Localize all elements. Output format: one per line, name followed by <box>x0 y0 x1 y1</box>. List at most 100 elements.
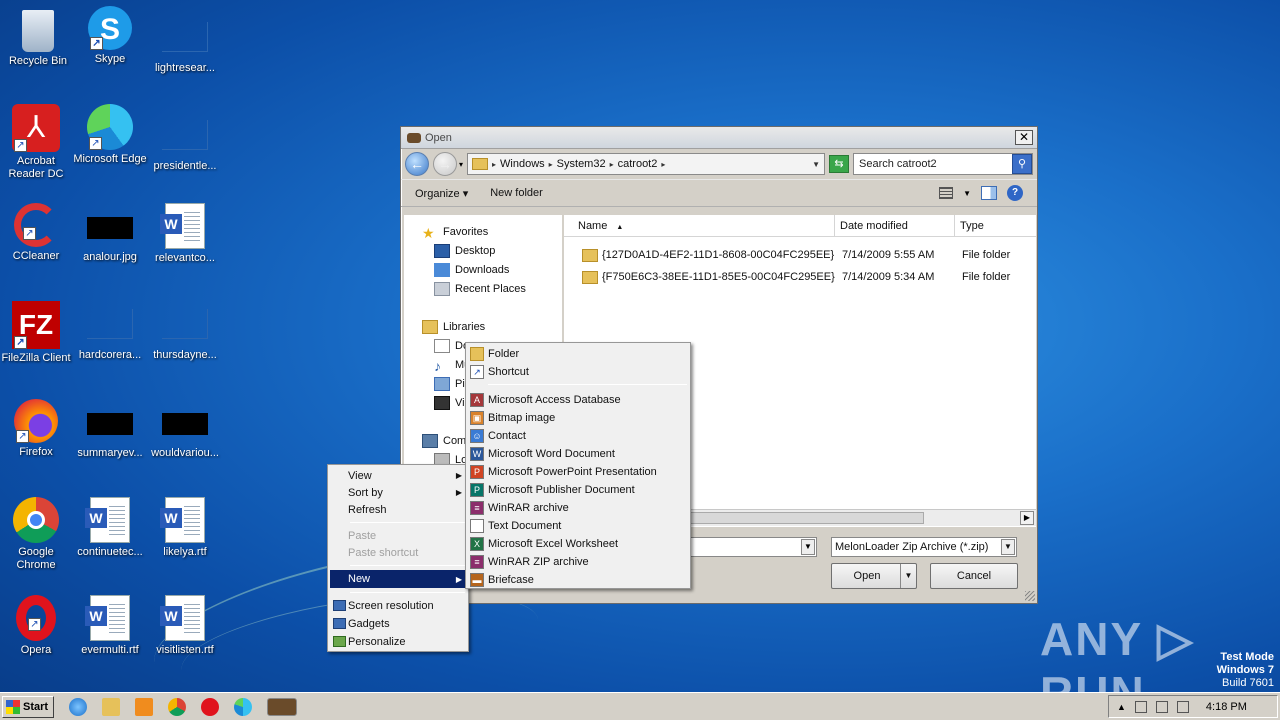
open-button[interactable]: Open ▼ <box>831 563 917 589</box>
breadcrumb-windows[interactable]: Windows <box>500 158 545 170</box>
nav-libraries[interactable]: Libraries <box>422 320 485 334</box>
submenu-item-folder[interactable]: Folder <box>469 345 687 363</box>
network-icon[interactable] <box>1155 700 1168 713</box>
nav-downloads[interactable]: Downloads <box>434 263 509 277</box>
submenu-item-shortcut[interactable]: ↗ Shortcut <box>469 363 687 381</box>
history-dropdown-icon[interactable]: ▾ <box>459 160 463 169</box>
desktop-icon-lightresear[interactable]: lightresear... <box>147 6 223 75</box>
column-header-type[interactable]: Type <box>955 215 1036 237</box>
submenu-item[interactable]: A Microsoft Access Database <box>469 391 687 409</box>
new-folder-button[interactable]: New folder <box>490 187 543 199</box>
explorer-icon[interactable] <box>102 697 120 716</box>
volume-icon[interactable] <box>1134 700 1147 713</box>
menu-item-screen-resolution[interactable]: Screen resolution <box>330 597 466 614</box>
file-type-select[interactable]: MelonLoader Zip Archive (*.zip) ▼ <box>831 537 1017 557</box>
nav-documents[interactable]: Do <box>434 339 469 353</box>
menu-item-refresh[interactable]: Refresh <box>330 501 466 518</box>
submenu-item[interactable]: X Microsoft Excel Worksheet <box>469 535 687 553</box>
organize-button[interactable]: Organize ▾ <box>415 187 468 200</box>
desktop-icon-relevantco[interactable]: W relevantco... <box>147 203 223 265</box>
menu-item-paste-shortcut[interactable]: Paste shortcut <box>330 544 466 561</box>
submenu-item[interactable]: ▣ Bitmap image <box>469 409 687 427</box>
column-header-date[interactable]: Date modified <box>835 215 955 237</box>
desktop-icon-filezilla[interactable]: FZ ↗ FileZilla Client <box>0 301 74 365</box>
scroll-right-icon[interactable]: ▶ <box>1020 511 1034 525</box>
internet-explorer-icon[interactable] <box>69 697 87 716</box>
nav-recent-places[interactable]: Recent Places <box>434 282 526 296</box>
desktop-icon-thursdayne[interactable]: thursdayne... <box>147 301 223 362</box>
cancel-button[interactable]: Cancel <box>930 563 1018 589</box>
desktop-icon-summaryev[interactable]: summaryev... <box>72 399 148 460</box>
nav-desktop[interactable]: Desktop <box>434 244 495 258</box>
flag-icon[interactable] <box>1176 700 1189 713</box>
view-options-icon[interactable] <box>939 187 954 199</box>
submenu-item[interactable]: P Microsoft PowerPoint Presentation <box>469 463 687 481</box>
breadcrumb-catroot2[interactable]: catroot2 <box>618 158 658 170</box>
menu-item-new[interactable]: New ▶ <box>330 570 466 588</box>
nav-computer[interactable]: Com <box>422 434 466 448</box>
chevron-right-icon[interactable]: ▸ <box>661 160 665 169</box>
desktop-icon-chrome[interactable]: Google Chrome <box>0 497 74 572</box>
chrome-icon[interactable] <box>168 697 186 716</box>
refresh-button[interactable]: ⇆ <box>829 155 849 173</box>
view-dropdown-icon[interactable]: ▼ <box>963 189 971 198</box>
menu-item-paste[interactable]: Paste <box>330 527 466 544</box>
preview-pane-icon[interactable] <box>981 186 997 200</box>
desktop-icon-evermulti[interactable]: W evermulti.rtf <box>72 595 148 657</box>
forward-button[interactable]: → <box>433 152 457 176</box>
column-header-name[interactable]: Name ▲ <box>564 215 835 237</box>
chevron-right-icon[interactable]: ▸ <box>549 160 553 169</box>
submenu-item[interactable]: ≡ WinRAR archive <box>469 499 687 517</box>
open-dropdown-icon[interactable]: ▼ <box>900 564 916 588</box>
desktop-icon-wouldvariou[interactable]: wouldvariou... <box>147 399 223 460</box>
help-icon[interactable]: ? <box>1007 185 1023 201</box>
desktop-icon-firefox[interactable]: ↗ Firefox <box>0 399 74 459</box>
desktop-icon-continuetec[interactable]: W continuetec... <box>72 497 148 559</box>
address-bar[interactable]: ▸ Windows ▸ System32 ▸ catroot2 ▸ ▼ <box>467 153 825 175</box>
chevron-down-icon[interactable]: ▼ <box>1001 539 1015 555</box>
back-button[interactable]: ← <box>405 152 429 176</box>
submenu-item[interactable]: ≡ WinRAR ZIP archive <box>469 553 687 571</box>
search-icon[interactable]: ⚲ <box>1012 154 1032 174</box>
submenu-item[interactable]: P Microsoft Publisher Document <box>469 481 687 499</box>
desktop-icon-ccleaner[interactable]: ↗ CCleaner <box>0 203 74 263</box>
desktop-icon-edge[interactable]: ↗ Microsoft Edge <box>72 104 148 166</box>
menu-item-sort-by[interactable]: Sort by ▶ <box>330 484 466 501</box>
desktop-icon-recycle-bin[interactable]: Recycle Bin <box>0 6 76 68</box>
chevron-up-icon[interactable]: ▲ <box>1117 702 1126 712</box>
desktop-icon-visitlisten[interactable]: W visitlisten.rtf <box>147 595 223 657</box>
address-dropdown-icon[interactable]: ▼ <box>812 160 820 169</box>
menu-item-view[interactable]: View ▶ <box>330 467 466 484</box>
menu-item-gadgets[interactable]: Gadgets <box>330 615 466 632</box>
desktop-icon-skype[interactable]: S ↗ Skype <box>72 6 148 66</box>
table-row[interactable]: {127D0A1D-4EF2-11D1-8608-00C04FC295EE} 7… <box>564 244 1036 266</box>
table-row[interactable]: {F750E6C3-38EE-11D1-85E5-00C04FC295EE} 7… <box>564 266 1036 288</box>
submenu-item[interactable]: Text Document <box>469 517 687 535</box>
opera-icon[interactable] <box>201 697 219 716</box>
desktop-icon-opera[interactable]: ↗ Opera <box>0 595 74 657</box>
close-button[interactable]: ✕ <box>1015 130 1033 145</box>
submenu-item[interactable]: ▬ Briefcase <box>469 571 687 589</box>
chevron-down-icon[interactable]: ▼ <box>801 539 815 555</box>
desktop-icon-acrobat[interactable]: ⅄ ↗ Acrobat Reader DC <box>0 104 74 181</box>
chevron-right-icon[interactable]: ▸ <box>492 160 496 169</box>
resize-grip[interactable] <box>1025 591 1035 601</box>
file-name-input[interactable]: ▼ <box>687 537 817 557</box>
chevron-right-icon[interactable]: ▸ <box>610 160 614 169</box>
breadcrumb-system32[interactable]: System32 <box>557 158 606 170</box>
desktop-icon-hardcorera[interactable]: hardcorera... <box>72 301 148 362</box>
clock[interactable]: 4:18 PM <box>1206 701 1247 713</box>
submenu-item[interactable]: W Microsoft Word Document <box>469 445 687 463</box>
submenu-item[interactable]: ☺ Contact <box>469 427 687 445</box>
nav-favorites[interactable]: ★ Favorites <box>422 225 488 241</box>
desktop-icon-likelya[interactable]: W likelya.rtf <box>147 497 223 559</box>
search-input[interactable]: Search catroot2 ⚲ <box>853 153 1033 175</box>
edge-icon[interactable] <box>234 697 252 716</box>
start-button[interactable]: Start <box>2 695 54 718</box>
taskbar-app-button[interactable] <box>267 697 297 716</box>
media-player-icon[interactable] <box>135 697 153 716</box>
desktop-icon-analour[interactable]: analour.jpg <box>72 203 148 264</box>
desktop-icon-presidentle[interactable]: presidentle... <box>147 104 223 173</box>
dialog-titlebar[interactable]: Open ✕ <box>401 127 1037 149</box>
menu-item-personalize[interactable]: Personalize <box>330 633 466 650</box>
